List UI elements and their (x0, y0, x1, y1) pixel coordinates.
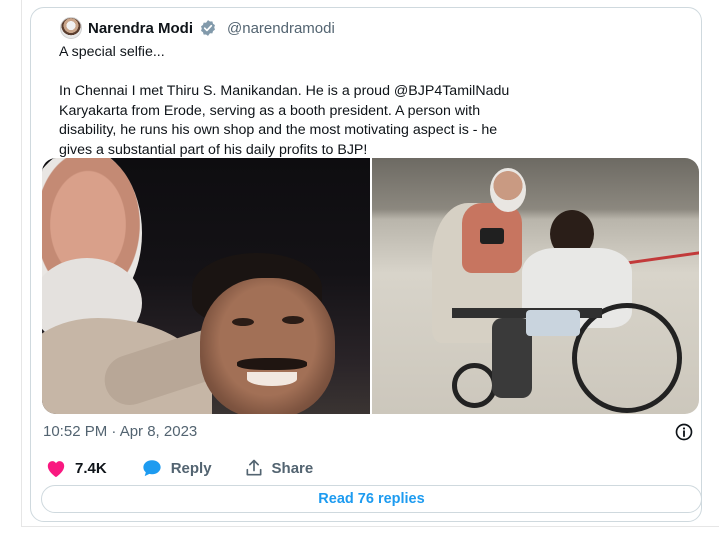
tweet-timestamp[interactable]: 10:52 PM · Apr 8, 2023 (43, 423, 197, 440)
like-count: 7.4K (75, 459, 107, 477)
read-replies-button[interactable]: Read 76 replies (41, 485, 702, 513)
share-button[interactable]: Share (244, 458, 314, 478)
author-name[interactable]: Narendra Modi (88, 20, 193, 37)
author-row[interactable]: Narendra Modi @narendramodi (60, 15, 335, 41)
tweet-text-line: disability, he runs his own shop and the… (59, 122, 498, 138)
reply-bubble-icon (143, 460, 161, 477)
share-label: Share (271, 459, 314, 477)
tweet-text-line: A special selfie... (59, 44, 165, 60)
tweet-actions: 7.4K Reply Share (45, 457, 313, 479)
author-avatar[interactable] (60, 17, 82, 39)
info-icon[interactable] (674, 422, 694, 442)
wheelchair-photo[interactable] (372, 158, 699, 414)
selfie-photo[interactable] (42, 158, 370, 414)
heart-icon (47, 461, 65, 478)
tweet-media[interactable] (42, 158, 699, 414)
author-handle[interactable]: @narendramodi (227, 20, 335, 37)
reply-button[interactable]: Reply (141, 458, 212, 478)
tweet-text-line: Karyakarta from Erode, serving as a boot… (59, 102, 481, 119)
share-icon (246, 459, 262, 476)
reply-label: Reply (170, 459, 212, 477)
tweet-text: A special selfie... In Chennai I met Thi… (59, 43, 689, 160)
verified-badge-icon (201, 20, 215, 36)
like-button[interactable]: 7.4K (45, 458, 107, 478)
tweet-text-line: In Chennai I met Thiru S. Manikandan. He… (59, 83, 510, 99)
